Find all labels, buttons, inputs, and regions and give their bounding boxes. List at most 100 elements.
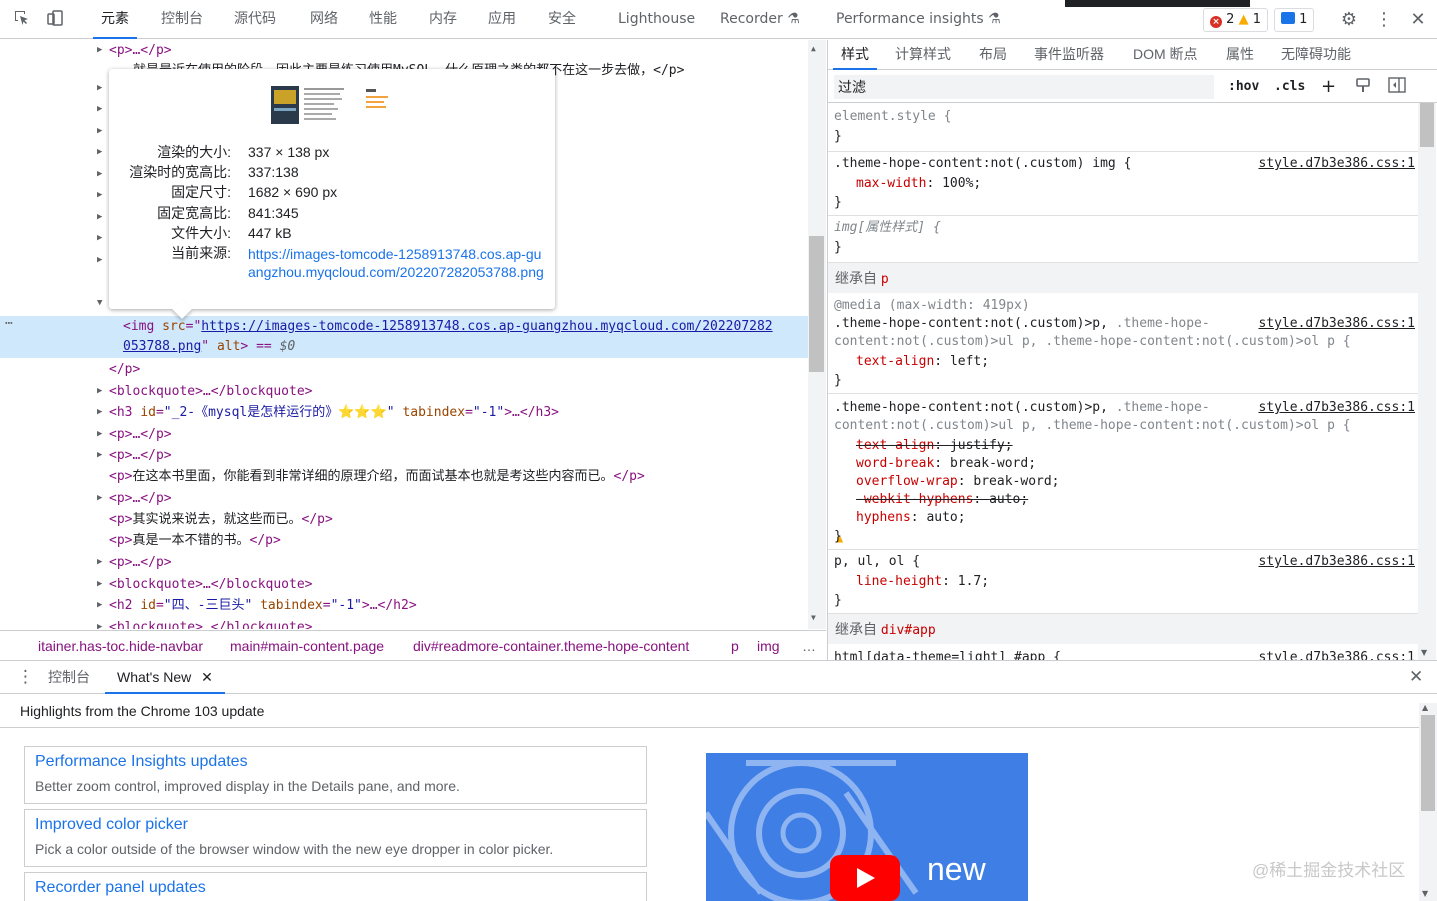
feature-card-title[interactable]: Recorder panel updates bbox=[35, 879, 206, 897]
rule-declaration[interactable]: text-align: left; bbox=[856, 352, 989, 372]
expand-arrow-icon[interactable]: ▶ bbox=[97, 424, 102, 445]
tab-layout[interactable]: 布局 bbox=[979, 40, 1007, 70]
expand-arrow-icon[interactable]: ▶ bbox=[97, 617, 102, 629]
inspect-element-icon[interactable] bbox=[11, 9, 33, 31]
rule-selector[interactable]: img[属性样式] { bbox=[834, 218, 941, 238]
scroll-down-arrow-icon[interactable]: ▼ bbox=[1422, 889, 1428, 898]
rule-selector[interactable]: html[data-theme=light] #app { bbox=[834, 648, 1061, 660]
messages-counter[interactable]: 1 bbox=[1274, 8, 1315, 32]
rule-selector[interactable]: element.style { bbox=[834, 107, 951, 127]
drawer-scrollbar[interactable]: ▲ ▼ bbox=[1419, 703, 1437, 901]
tab-elements[interactable]: 元素 bbox=[93, 0, 137, 39]
expand-arrow-icon[interactable]: ▶ bbox=[97, 250, 102, 271]
class-toggle[interactable]: .cls bbox=[1274, 77, 1305, 97]
whats-new-video[interactable]: new bbox=[706, 753, 1028, 901]
scroll-up-arrow-icon[interactable]: ▲ bbox=[811, 44, 816, 53]
breadcrumb-item[interactable]: itainer.has-toc.hide-navbar bbox=[38, 631, 203, 660]
breadcrumb-more-icon[interactable]: … bbox=[802, 631, 816, 660]
elements-scrollbar[interactable]: ▲ ▼ bbox=[808, 40, 826, 629]
scroll-down-arrow-icon[interactable]: ▼ bbox=[811, 613, 816, 622]
dom-node[interactable]: ▶ <p>…</p> bbox=[0, 552, 808, 573]
tab-accessibility[interactable]: 无障碍功能 bbox=[1281, 40, 1351, 70]
collapse-arrow-icon[interactable]: ▼ bbox=[97, 293, 102, 314]
rule-declaration[interactable]: text-align: justify; bbox=[856, 436, 1013, 456]
scrollbar-thumb[interactable] bbox=[809, 236, 824, 372]
expand-arrow-icon[interactable]: ▶ bbox=[97, 78, 102, 99]
rule-declaration[interactable]: overflow-wrap: break-word; bbox=[856, 472, 1060, 492]
dom-node[interactable]: ▶ <h3 id="_2-《mysql是怎样运行的》⭐⭐⭐" tabindex="… bbox=[0, 402, 808, 423]
breadcrumb-item[interactable]: div#readmore-container.theme-hope-conten… bbox=[413, 631, 689, 660]
close-drawer-icon[interactable]: ✕ bbox=[1409, 667, 1423, 687]
rule-selector-cont[interactable]: content:not(.custom)>ul p, .theme-hope-c… bbox=[834, 332, 1351, 352]
inherited-node-link[interactable]: div#app bbox=[881, 623, 936, 638]
feature-card-title[interactable]: Improved color picker bbox=[35, 816, 188, 834]
tab-styles[interactable]: 样式 bbox=[833, 40, 877, 70]
scrollbar-thumb[interactable] bbox=[1420, 103, 1434, 147]
dom-node[interactable]: ▶ <blockquote>…</blockquote> bbox=[0, 574, 808, 595]
tab-memory[interactable]: 内存 bbox=[429, 0, 457, 39]
dom-node[interactable]: ▶ <p>…</p> bbox=[0, 424, 808, 445]
expand-arrow-icon[interactable]: ▶ bbox=[97, 488, 102, 509]
dom-node[interactable]: </p> bbox=[0, 359, 808, 380]
dom-node[interactable]: ▶ <p>…</p> bbox=[0, 40, 808, 61]
tab-dom-breakpoints[interactable]: DOM 断点 bbox=[1133, 40, 1198, 70]
rule-declaration[interactable]: hyphens: auto; bbox=[856, 508, 966, 528]
breadcrumb-item[interactable]: p bbox=[731, 631, 739, 660]
drawer-tab-console[interactable]: 控制台 bbox=[48, 661, 90, 694]
image-source-link[interactable]: https://images-tomcode-1258913748.cos.ap… bbox=[248, 245, 548, 281]
expand-arrow-icon[interactable]: ▶ bbox=[97, 595, 102, 616]
feature-card-title[interactable]: Performance Insights updates bbox=[35, 753, 248, 771]
close-devtools-icon[interactable]: ✕ bbox=[1407, 9, 1429, 31]
youtube-play-icon[interactable] bbox=[830, 855, 900, 901]
dom-node[interactable]: <p>在这本书里面，你能看到非常详细的原理介绍，而面试基本也就是考这些内容而已。… bbox=[0, 466, 808, 487]
styles-filter-input[interactable] bbox=[834, 75, 1214, 99]
dom-node[interactable]: ▶ <p>…</p> bbox=[0, 488, 808, 509]
rule-declaration[interactable]: word-break: break-word; bbox=[856, 454, 1036, 474]
expand-arrow-icon[interactable]: ▶ bbox=[97, 185, 102, 206]
drawer-tab-whats-new[interactable]: What's New ✕ bbox=[105, 661, 225, 694]
hover-state-toggle[interactable]: :hov bbox=[1228, 77, 1259, 97]
src-attr-link-cont[interactable]: 053788.png bbox=[123, 339, 201, 354]
expand-arrow-icon[interactable]: ▶ bbox=[97, 121, 102, 142]
scroll-down-arrow-icon[interactable]: ▼ bbox=[1421, 648, 1427, 657]
rule-source-link[interactable]: style.d7b3e386.css:1 bbox=[1258, 552, 1415, 572]
styles-scrollbar[interactable]: ▼ bbox=[1418, 103, 1436, 660]
dom-node[interactable]: ▶ <blockquote>…</blockquote> bbox=[0, 381, 808, 402]
tab-application[interactable]: 应用 bbox=[488, 0, 516, 39]
new-style-rule-icon[interactable]: + bbox=[1321, 77, 1336, 97]
tab-performance[interactable]: 性能 bbox=[369, 0, 397, 39]
expand-arrow-icon[interactable]: ▶ bbox=[97, 574, 102, 595]
dom-node[interactable]: ▶ <blockquote>…</blockquote> bbox=[0, 617, 808, 629]
breadcrumb-item[interactable]: main#main-content.page bbox=[230, 631, 384, 660]
rule-source-link[interactable]: style.d7b3e386.css:1 bbox=[1258, 154, 1415, 174]
device-toolbar-icon[interactable] bbox=[44, 9, 66, 31]
tab-computed[interactable]: 计算样式 bbox=[895, 40, 951, 70]
dom-node[interactable]: ▶ <p>…</p> bbox=[0, 445, 808, 466]
tab-console[interactable]: 控制台 bbox=[161, 0, 203, 39]
issues-counter[interactable]: × 2 ▲ 1 bbox=[1203, 8, 1268, 32]
tab-properties[interactable]: 属性 bbox=[1226, 40, 1254, 70]
expand-arrow-icon[interactable]: ▶ bbox=[97, 381, 102, 402]
expand-arrow-icon[interactable]: ▶ bbox=[97, 142, 102, 163]
expand-arrow-icon[interactable]: ▶ bbox=[97, 228, 102, 249]
expand-arrow-icon[interactable]: ▶ bbox=[97, 445, 102, 466]
tab-event-listeners[interactable]: 事件监听器 bbox=[1034, 40, 1104, 70]
expand-arrow-icon[interactable]: ▶ bbox=[97, 207, 102, 228]
rule-selector[interactable]: .theme-hope-content:not(.custom)>p, .the… bbox=[834, 314, 1210, 334]
inherited-node-link[interactable]: p bbox=[881, 272, 889, 287]
rule-source-link[interactable]: style.d7b3e386.css:1 bbox=[1258, 648, 1415, 660]
tab-lighthouse[interactable]: Lighthouse bbox=[618, 0, 695, 39]
tab-performance-insights[interactable]: Performance insights ⚗ bbox=[836, 0, 1001, 39]
rule-declaration[interactable]: -webkit-hyphens: auto; bbox=[856, 490, 1028, 510]
rule-selector[interactable]: .theme-hope-content:not(.custom)>p, .the… bbox=[834, 398, 1210, 418]
breadcrumb-item-current[interactable]: img bbox=[757, 631, 780, 660]
close-tab-icon[interactable]: ✕ bbox=[201, 669, 213, 685]
dom-node[interactable]: ▶ <h2 id="四、-三巨头" tabindex="-1">…</h2> bbox=[0, 595, 808, 616]
rule-selector-cont[interactable]: content:not(.custom)>ul p, .theme-hope-c… bbox=[834, 416, 1351, 436]
rule-source-link[interactable]: style.d7b3e386.css:1 bbox=[1258, 398, 1415, 418]
rule-selector[interactable]: p, ul, ol { bbox=[834, 552, 920, 572]
tab-recorder[interactable]: Recorder ⚗ bbox=[720, 0, 800, 39]
feature-card[interactable]: Improved color picker Pick a color outsi… bbox=[24, 809, 647, 867]
rule-source-link[interactable]: style.d7b3e386.css:1 bbox=[1258, 314, 1415, 334]
tab-security[interactable]: 安全 bbox=[548, 0, 576, 39]
